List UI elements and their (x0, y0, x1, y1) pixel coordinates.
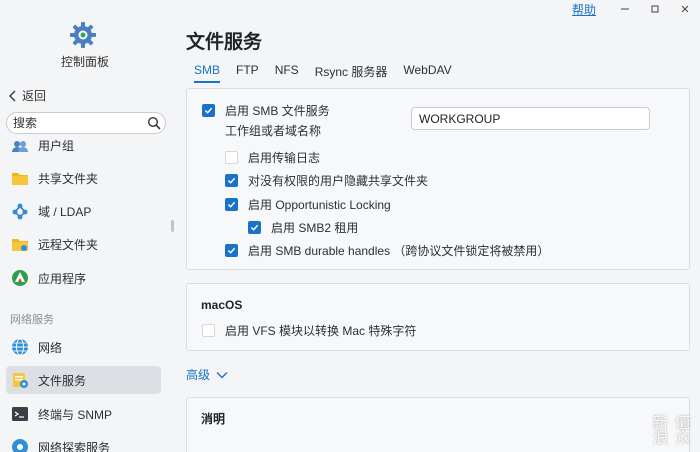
oplocks-checkbox[interactable] (225, 198, 238, 211)
network-globe-icon (11, 338, 29, 356)
remote-folder-icon (11, 235, 29, 253)
tab-nfs[interactable]: NFS (275, 63, 299, 83)
advanced-toggle[interactable]: 高级 (186, 366, 228, 383)
chevron-left-icon (9, 90, 16, 101)
control-panel-gear-icon (68, 20, 98, 50)
chevron-down-icon (216, 371, 228, 378)
applications-icon (11, 269, 29, 287)
macos-panel: macOS 启用 VFS 模块以转换 Mac 特殊字符 (186, 283, 690, 351)
transfer-log-row: 启用传输日志 (225, 149, 320, 166)
check-icon (204, 107, 213, 114)
partial-panel-heading: 消明 (201, 412, 226, 426)
terminal-icon (11, 405, 29, 423)
sidebar-item-label: 网络 (38, 340, 63, 355)
close-icon (681, 5, 689, 13)
enable-smb-row: 启用 SMB 文件服务 (202, 102, 330, 119)
sidebar-item-domain-ldap[interactable]: 域 / LDAP (6, 197, 161, 225)
main-content: 帮助 文件服务 SMB FTP NFS Rsync 服务器 WebDAV 启用 … (174, 0, 700, 452)
transfer-log-checkbox[interactable] (225, 151, 238, 164)
maximize-button[interactable] (640, 0, 670, 18)
hide-folders-row: 对没有权限的用户隐藏共享文件夹 (225, 172, 428, 189)
check-icon (227, 247, 236, 254)
sidebar-item-remote-folder[interactable]: 远程文件夹 (6, 230, 161, 258)
workgroup-input[interactable] (411, 107, 650, 130)
durable-handles-checkbox[interactable] (225, 244, 238, 257)
vfs-row: 启用 VFS 模块以转换 Mac 特殊字符 (202, 322, 416, 339)
sidebar-item-shared-folder[interactable]: 共享文件夹 (6, 164, 161, 192)
check-icon (227, 201, 236, 208)
sidebar-item-file-services[interactable]: 文件服务 (6, 366, 161, 394)
sidebar-item-user-group[interactable]: 用户组 (6, 131, 161, 159)
sidebar-item-label: 应用程序 (38, 271, 87, 286)
check-icon (227, 177, 236, 184)
tab-webdav[interactable]: WebDAV (403, 63, 451, 83)
network-discovery-icon (11, 438, 29, 452)
vfs-label: 启用 VFS 模块以转换 Mac 特殊字符 (225, 324, 417, 338)
sidebar-item-label: 远程文件夹 (38, 237, 99, 252)
minimize-icon (621, 8, 629, 10)
enable-smb-label: 启用 SMB 文件服务 (225, 104, 330, 118)
smb2-lease-row: 启用 SMB2 租用 (248, 219, 358, 236)
sidebar-item-label: 共享文件夹 (38, 171, 99, 186)
service-tabs: SMB FTP NFS Rsync 服务器 WebDAV (194, 63, 468, 83)
vfs-checkbox[interactable] (202, 324, 215, 337)
workgroup-label: 工作组或者域名称 (225, 124, 322, 138)
watermark-line1: 新 值 (652, 415, 692, 432)
durable-handles-row: 启用 SMB durable handles （跨协议文件锁定将被禁用） (225, 242, 549, 259)
sidebar-item-label: 终端与 SNMP (38, 407, 113, 422)
tab-smb[interactable]: SMB (194, 63, 221, 83)
shared-folder-icon (11, 169, 29, 187)
tab-ftp[interactable]: FTP (236, 63, 259, 83)
sidebar-item-label: 文件服务 (38, 373, 87, 388)
sidebar-item-label: 域 / LDAP (38, 204, 92, 219)
durable-handles-label: 启用 SMB durable handles （跨协议文件锁定将被禁用） (248, 244, 550, 258)
smb2-lease-label: 启用 SMB2 租用 (271, 221, 359, 235)
page-title: 文件服务 (186, 32, 263, 53)
hide-folders-label: 对没有权限的用户隐藏共享文件夹 (248, 174, 429, 188)
macos-heading: macOS (201, 298, 243, 312)
oplocks-label: 启用 Opportunistic Locking (248, 198, 391, 212)
check-icon (250, 224, 259, 231)
smb-settings-panel: 启用 SMB 文件服务 工作组或者域名称 启用传输日志 对没有权限的用户隐藏共享… (186, 88, 690, 270)
sidebar-item-terminal-snmp[interactable]: 终端与 SNMP (6, 400, 161, 428)
search-icon[interactable] (147, 116, 161, 130)
maximize-icon (651, 5, 659, 13)
partial-panel: 消明 (186, 397, 690, 452)
back-label: 返回 (22, 89, 47, 103)
back-button[interactable]: 返回 (8, 87, 46, 104)
sidebar-item-network[interactable]: 网络 (6, 333, 161, 361)
sidebar-item-label: 用户组 (38, 138, 75, 153)
file-services-icon (11, 371, 29, 389)
close-button[interactable] (670, 0, 700, 18)
help-link[interactable]: 帮助 (572, 1, 596, 18)
minimize-button[interactable] (610, 0, 640, 18)
hide-folders-checkbox[interactable] (225, 174, 238, 187)
section-label-network-services: 网络服务 (10, 314, 54, 326)
sidebar-item-label: 网络探索服务 (38, 440, 111, 452)
search-input[interactable] (13, 115, 143, 131)
window-controls: 帮助 (572, 0, 700, 18)
sidebar-item-applications[interactable]: 应用程序 (6, 264, 161, 292)
sidebar: 控制面板 返回 用户组 共享文件夹 域 / LDAP 远程文件夹 (0, 0, 174, 452)
app-title: 控制面板 (60, 55, 109, 69)
enable-smb-checkbox[interactable] (202, 104, 215, 117)
smb2-lease-checkbox[interactable] (248, 221, 261, 234)
domain-ldap-icon (11, 202, 29, 220)
oplocks-row: 启用 Opportunistic Locking (225, 196, 391, 213)
user-group-icon (11, 136, 29, 154)
advanced-label: 高级 (186, 368, 211, 382)
watermark: 新 值 浪 众 (652, 415, 692, 447)
watermark-line2: 浪 众 (652, 430, 692, 447)
sidebar-item-network-discovery[interactable]: 网络探索服务 (6, 433, 161, 452)
transfer-log-label: 启用传输日志 (248, 151, 321, 165)
tab-rsync[interactable]: Rsync 服务器 (315, 63, 388, 83)
